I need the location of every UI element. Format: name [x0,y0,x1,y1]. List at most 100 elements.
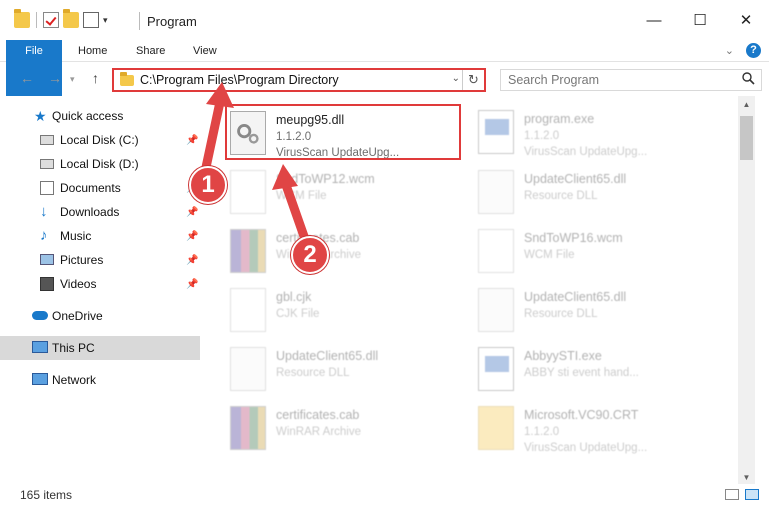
toolbar-separator [36,12,37,28]
sidebar-item-onedrive[interactable]: OneDrive [0,304,200,328]
chevron-down-icon[interactable]: ⌄ [452,73,460,84]
sidebar-item-quick-access[interactable]: ★ Quick access [0,104,200,128]
file-name: UpdateClient65.dll [524,172,627,186]
file-description: VirusScan UpdateUpg... [524,442,648,454]
file-name: UpdateClient65.dll [524,290,627,304]
file-type: WCM File [276,190,327,202]
forward-button[interactable]: → [48,70,62,86]
exe-icon [478,110,514,154]
sidebar-item-downloads[interactable]: ↓ Downloads 📌 [0,200,200,224]
videos-icon [40,277,54,291]
address-path[interactable]: C:\Program Files\Program Directory [140,73,339,87]
sidebar-item-label: This PC [52,341,95,355]
gear-doc-icon [478,288,514,332]
item-count: 165 items [20,488,73,502]
sidebar-item-label: Videos [60,277,97,291]
callout-step-2: 2 [291,236,329,274]
file-name: AbbyySTI.exe [524,349,602,363]
rar-archive-icon [230,406,266,450]
file-item-sndtowp16-wcm[interactable]: SndToWP16.wcm WCM File [470,223,710,279]
sidebar-item-network[interactable]: Network [0,368,200,392]
scroll-thumb[interactable] [740,116,753,160]
details-view-icon[interactable] [725,489,739,500]
tab-view[interactable]: View [179,40,231,62]
sidebar-item-label: Pictures [60,253,104,267]
drive-icon [40,135,54,145]
customize-toolbar-icon[interactable] [83,12,99,28]
sidebar-item-label: Documents [60,181,121,195]
file-item-gbl-cjk[interactable]: gbl.cjk CJK File [222,282,462,338]
file-item-certificates-cab[interactable]: certificates.cab WinRAR Archive [222,400,462,456]
window-controls: — ☐ ✕ [631,0,769,40]
downloads-icon: ↓ [40,203,48,220]
sidebar-item-local-disk-d[interactable]: Local Disk (D:) [0,152,200,176]
sidebar-item-music[interactable]: ♪ Music 📌 [0,224,200,248]
address-bar[interactable]: C:\Program Files\Program Directory ⌄ ↻ [112,68,486,92]
rar-archive-icon [230,229,266,273]
recent-locations-icon[interactable]: ▾ [70,74,75,85]
sidebar-item-this-pc[interactable]: This PC [0,336,200,360]
file-name: SndToWP12.wcm [276,172,375,186]
search-input[interactable]: Search Program [500,69,762,91]
file-name: program.exe [524,112,595,126]
sidebar-item-videos[interactable]: Videos 📌 [0,272,200,296]
file-name: UpdateClient65.dll [276,349,379,363]
file-item-certificates-cab[interactable]: certificates.cab WinRAR Archive [222,223,462,279]
file-description: VirusScan UpdateUpg... [524,146,648,158]
up-button[interactable]: ↑ [92,70,99,86]
status-bar: 165 items [0,484,769,506]
file-item-sndtowp12-wcm[interactable]: SndToWP12.wcm WCM File [222,164,462,220]
file-type: Resource DLL [276,367,350,379]
gear-doc-icon [478,170,514,214]
pin-icon[interactable]: 📌 [186,135,198,146]
doc-icon [478,229,514,273]
file-type: CJK File [276,308,320,320]
file-item-updateclient65-dll[interactable]: UpdateClient65.dll Resource DLL [470,282,710,338]
file-item-abbyysti-exe[interactable]: AbbyySTI.exe ABBY sti event hand... [470,341,710,397]
properties-check-icon[interactable] [43,12,59,28]
pin-icon[interactable]: 📌 [186,207,198,218]
drive-icon [40,159,54,169]
file-type: Resource DLL [524,308,598,320]
pin-icon[interactable]: 📌 [186,231,198,242]
doc-icon [230,170,266,214]
scroll-down-icon[interactable]: ▼ [738,473,755,482]
search-placeholder: Search Program [508,73,600,87]
view-toggle [725,489,759,500]
minimize-button[interactable]: — [631,0,677,40]
tab-share[interactable]: Share [122,40,179,62]
file-name: certificates.cab [276,408,360,422]
pin-icon[interactable]: 📌 [186,279,198,290]
file-name: Microsoft.VC90.CRT [524,408,639,422]
sidebar-item-label: Quick access [52,109,124,123]
vertical-scrollbar[interactable]: ▲ ▼ [738,96,755,484]
file-item-microsoft-vc90-crt[interactable]: Microsoft.VC90.CRT 1.1.2.0 VirusScan Upd… [470,400,710,456]
sidebar-item-pictures[interactable]: Pictures 📌 [0,248,200,272]
exe-icon [478,347,514,391]
tab-home[interactable]: Home [64,40,121,62]
sidebar-item-local-disk-c[interactable]: Local Disk (C:) 📌 [0,128,200,152]
scroll-up-icon[interactable]: ▲ [738,100,755,109]
pin-icon[interactable]: 📌 [186,255,198,266]
navigation-pane: ★ Quick access Local Disk (C:) 📌 Local D… [0,100,200,483]
music-icon: ♪ [40,227,48,244]
file-type: WCM File [524,249,575,261]
sidebar-item-documents[interactable]: Documents 📌 [0,176,200,200]
file-item-program-exe[interactable]: program.exe 1.1.2.0 VirusScan UpdateUpg.… [470,104,710,160]
sidebar-item-label: Downloads [60,205,120,219]
file-item-updateclient65-dll[interactable]: UpdateClient65.dll Resource DLL [470,164,710,220]
new-folder-icon[interactable] [63,9,79,28]
back-button[interactable]: ← [20,70,34,86]
folder-icon [120,72,134,86]
refresh-button[interactable]: ↻ [462,70,484,90]
maximize-button[interactable]: ☐ [677,0,723,40]
chevron-down-icon[interactable]: ▾ [103,15,108,26]
close-button[interactable]: ✕ [723,0,769,40]
title-bar: ▾ Program — ☐ ✕ [0,0,769,40]
ribbon-tabs: File Home Share View ⌄ ? [0,40,769,96]
help-icon[interactable]: ? [746,43,761,58]
large-icons-view-icon[interactable] [745,489,759,500]
file-item-updateclient65-dll[interactable]: UpdateClient65.dll Resource DLL [222,341,462,397]
expand-ribbon-icon[interactable]: ⌄ [725,44,734,57]
gear-doc-icon [230,347,266,391]
